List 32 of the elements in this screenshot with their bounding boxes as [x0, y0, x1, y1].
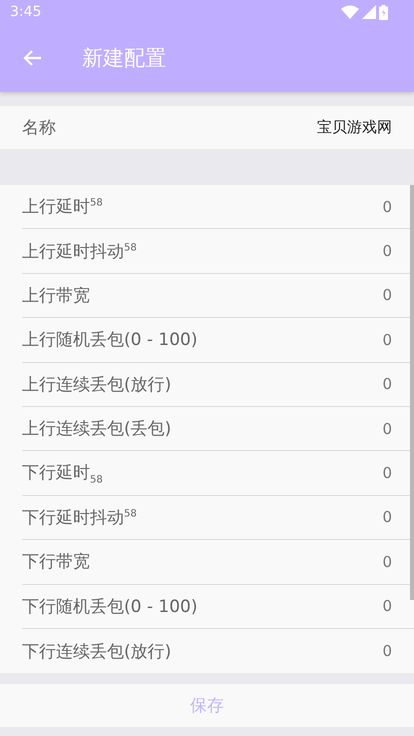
- setting-label: 上行连续丢包(丢包): [22, 418, 172, 440]
- setting-value: 0: [382, 552, 392, 571]
- name-row[interactable]: 名称 宝贝游戏网: [0, 106, 414, 149]
- setting-value: 0: [382, 375, 392, 394]
- setting-value: 0: [382, 330, 392, 349]
- setting-label: 下行带宽: [22, 551, 90, 574]
- signal-icon: [362, 5, 376, 19]
- name-label: 名称: [22, 117, 56, 139]
- name-value: 宝贝游戏网: [317, 118, 392, 137]
- setting-value: 0: [382, 508, 392, 526]
- status-time: 3:45: [10, 4, 42, 20]
- setting-value: 0: [382, 242, 392, 260]
- setting-label: 上行延时$^{58}$: [22, 196, 103, 218]
- setting-value: 0: [382, 420, 392, 438]
- setting-row[interactable]: 下行连续丢包(放行) 0: [22, 628, 414, 674]
- setting-value: 0: [382, 198, 392, 216]
- setting-label: 上行随机丢包(0 - 100): [22, 329, 198, 352]
- setting-label: 上行延时抖动$^{58}$: [22, 240, 137, 263]
- setting-label: 上行连续丢包(放行): [22, 374, 172, 396]
- setting-value: 0: [382, 597, 392, 616]
- setting-label: 上行带宽: [22, 284, 90, 307]
- screen-title: 新建配置: [82, 45, 166, 72]
- setting-value: 0: [382, 642, 392, 660]
- setting-value: 0: [382, 464, 392, 482]
- setting-label: 下行连续丢包(放行): [22, 640, 172, 663]
- setting-value: 0: [382, 286, 392, 304]
- setting-label: 下行随机丢包(0 - 100): [22, 596, 198, 618]
- setting-label: 下行延时$_{58}$: [22, 462, 103, 486]
- wifi-icon: [341, 5, 359, 19]
- battery-icon: [379, 4, 388, 20]
- back-arrow-icon: [22, 49, 42, 67]
- setting-label: 下行延时抖动$^{58}$: [22, 506, 137, 529]
